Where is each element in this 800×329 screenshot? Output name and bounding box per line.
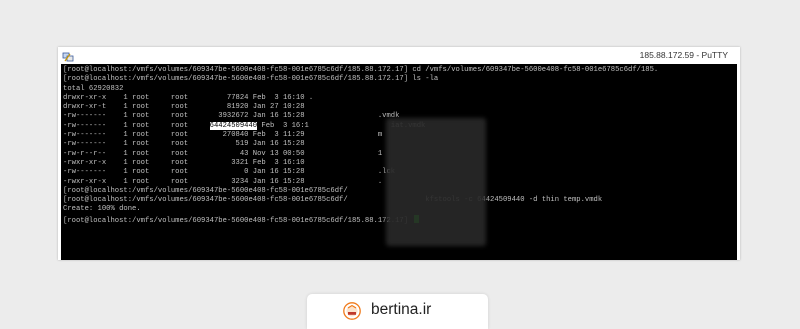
terminal-line: drwxr-xr-x 1 root root 77824 Feb 3 16:10… xyxy=(63,94,737,103)
bertina-logo-icon xyxy=(343,302,361,320)
terminal-text: -rw------- 1 root root 270840 Feb 3 11:2… xyxy=(63,131,383,140)
terminal-text: [root@localhost:/vmfs/volumes/609347be-5… xyxy=(63,66,659,74)
terminal-text: -rw------- 1 root root xyxy=(63,121,210,130)
terminal-text: Create: 100% done. xyxy=(63,205,141,214)
window-title: 185.88.172.59 - PuTTY xyxy=(639,50,728,60)
footer-brand-tab: bertina.ir xyxy=(307,294,488,329)
title-bar[interactable]: 185.88.172.59 - PuTTY xyxy=(58,47,740,64)
terminal-line: [root@localhost:/vmfs/volumes/609347be-5… xyxy=(63,66,737,75)
terminal-text: [root@localhost:/vmfs/volumes/609347be-5… xyxy=(63,75,439,84)
terminal-line: total 62920832 xyxy=(63,85,737,94)
terminal-text: -rw------- 1 root root 519 Jan 16 15:28 xyxy=(63,140,305,149)
terminal-screen[interactable]: [root@localhost:/vmfs/volumes/609347be-5… xyxy=(61,64,737,260)
terminal-text: drwxr-xr-x 1 root root 77824 Feb 3 16:10… xyxy=(63,93,314,102)
redaction-blur xyxy=(386,118,486,246)
putty-window: 185.88.172.59 - PuTTY [root@localhost:/v… xyxy=(58,47,740,260)
terminal-line: drwxr-xr-t 1 root root 81920 Jan 27 10:2… xyxy=(63,103,737,112)
terminal-text: -rw------- 1 root root 0 Jan 16 15:28 .l… xyxy=(63,168,396,177)
putty-icon[interactable] xyxy=(62,50,74,62)
terminal-text: total 62920832 xyxy=(63,84,124,93)
terminal-text: drwxr-xr-t 1 root root 81920 Jan 27 10:2… xyxy=(63,103,305,112)
selected-text: 64424509440 xyxy=(209,121,258,130)
terminal-text: -rw-r--r-- 1 root root 43 Nov 13 00:50 1 xyxy=(63,149,383,158)
terminal-line: [root@localhost:/vmfs/volumes/609347be-5… xyxy=(63,75,737,84)
terminal-text: -rwxr-xr-x 1 root root 3321 Feb 3 16:10 xyxy=(63,158,305,167)
terminal-text: [root@localhost:/vmfs/volumes/609347be-5… xyxy=(63,186,348,195)
terminal-text: [root@localhost:/vmfs/volumes/609347be-5… xyxy=(63,196,603,205)
terminal-text: -rwxr-xr-x 1 root root 3234 Jan 16 15:28… xyxy=(63,177,383,186)
brand-name: bertina.ir xyxy=(371,301,432,318)
terminal-text: -rw------- 1 root root 3932672 Jan 16 15… xyxy=(63,112,400,121)
terminal-text: [root@localhost:/vmfs/volumes/609347be-5… xyxy=(63,216,413,225)
